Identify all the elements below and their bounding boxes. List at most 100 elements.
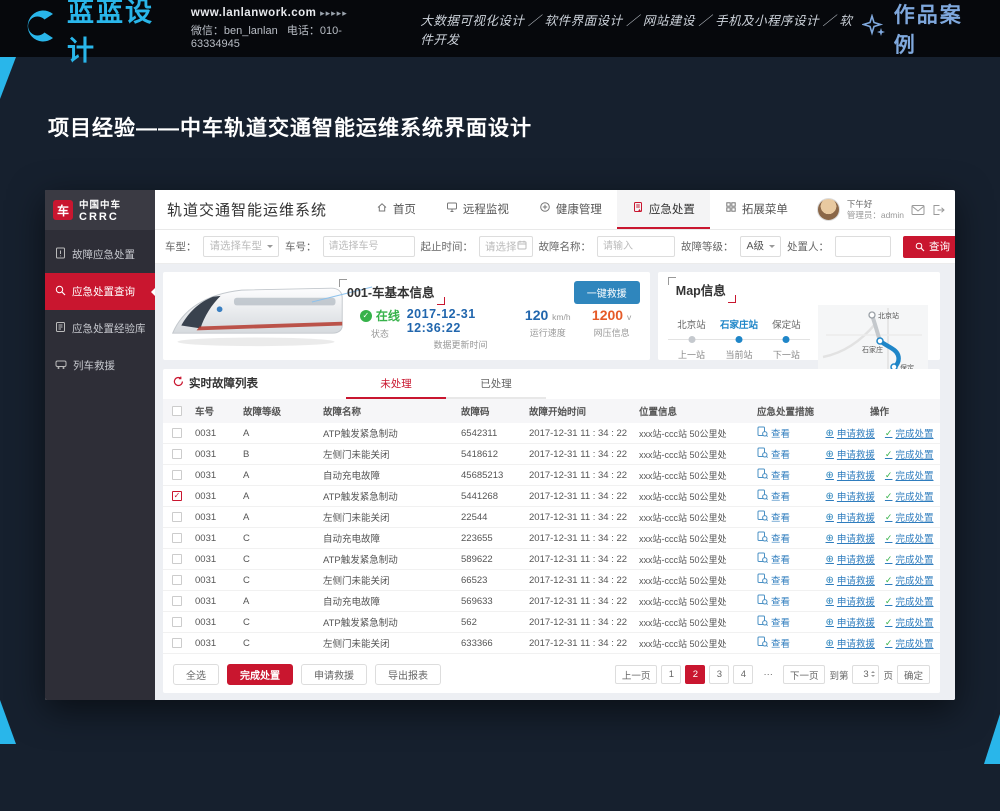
fault-level-select[interactable]: A级	[740, 236, 782, 257]
complete-handle-button[interactable]: 完成处置	[227, 664, 293, 685]
view-link[interactable]: 查看	[771, 447, 790, 461]
cell-location: xxx站-ccc站 50公里处	[635, 616, 753, 629]
sidebar-item-experience-lib[interactable]: 应急处置经验库	[45, 310, 155, 347]
request-rescue-link[interactable]: ⊕申请救援	[826, 531, 875, 545]
fault-name-input[interactable]	[597, 236, 675, 257]
car-type-select[interactable]: 请选择车型	[203, 236, 280, 257]
request-rescue-link[interactable]: ⊕申请救援	[826, 615, 875, 629]
page-3[interactable]: 3	[709, 665, 729, 684]
row-checkbox[interactable]	[172, 512, 182, 522]
request-rescue-link[interactable]: ⊕申请救援	[826, 552, 875, 566]
view-link[interactable]: 查看	[771, 552, 790, 566]
complete-handle-link[interactable]: ✓完成处置	[885, 531, 934, 545]
complete-handle-link[interactable]: ✓完成处置	[885, 573, 934, 587]
view-link[interactable]: 查看	[771, 510, 790, 524]
time-range-picker[interactable]: 请选择	[479, 236, 533, 257]
logout-icon[interactable]	[932, 204, 945, 216]
mini-map[interactable]: 北京站 石家庄 保定	[816, 305, 930, 373]
handler-input[interactable]	[835, 236, 891, 257]
view-link[interactable]: 查看	[771, 426, 790, 440]
view-link[interactable]: 查看	[771, 468, 790, 482]
plus-circle-icon: ⊕	[826, 428, 834, 439]
row-checkbox[interactable]	[172, 596, 182, 606]
request-rescue-link[interactable]: ⊕申请救援	[826, 573, 875, 587]
nav-tab-health[interactable]: 健康管理	[524, 190, 617, 229]
request-rescue-link[interactable]: ⊕申请救援	[826, 447, 875, 461]
complete-handle-link[interactable]: ✓完成处置	[885, 615, 934, 629]
row-checkbox[interactable]	[172, 554, 182, 564]
export-report-button[interactable]: 导出报表	[375, 664, 441, 685]
plus-circle-icon: ⊕	[826, 575, 834, 586]
complete-handle-link[interactable]: ✓完成处置	[885, 447, 934, 461]
one-key-rescue-button[interactable]: 一键救援	[574, 281, 640, 304]
logo-text: 蓝蓝设计	[67, 0, 173, 68]
request-rescue-button[interactable]: 申请救援	[301, 664, 367, 685]
select-all-button[interactable]: 全选	[173, 664, 219, 685]
lanlan-logo[interactable]: 蓝蓝设计	[22, 0, 173, 68]
plus-circle-icon: ⊕	[826, 449, 834, 460]
complete-handle-link[interactable]: ✓完成处置	[885, 489, 934, 503]
train-image	[165, 276, 347, 359]
sidebar-item-train-rescue[interactable]: 列车救援	[45, 347, 155, 384]
row-checkbox[interactable]	[172, 449, 182, 459]
row-checkbox[interactable]	[172, 533, 182, 543]
row-checkbox[interactable]	[172, 428, 182, 438]
row-checkbox[interactable]	[172, 491, 182, 501]
view-link[interactable]: 查看	[771, 531, 790, 545]
view-link[interactable]: 查看	[771, 615, 790, 629]
sidebar-item-fault-emergency[interactable]: 故障应急处置	[45, 236, 155, 273]
request-rescue-link[interactable]: ⊕申请救援	[826, 510, 875, 524]
complete-handle-link[interactable]: ✓完成处置	[885, 426, 934, 440]
portfolio-link[interactable]: 作品案例	[862, 0, 978, 59]
row-checkbox[interactable]	[172, 638, 182, 648]
cell-fault-level: A	[239, 596, 319, 607]
request-rescue-link[interactable]: ⊕申请救援	[826, 594, 875, 608]
request-rescue-link[interactable]: ⊕申请救援	[826, 426, 875, 440]
complete-handle-link[interactable]: ✓完成处置	[885, 594, 934, 608]
row-checkbox[interactable]	[172, 470, 182, 480]
complete-handle-link[interactable]: ✓完成处置	[885, 510, 934, 524]
cell-location: xxx站-ccc站 50公里处	[635, 448, 753, 461]
row-checkbox[interactable]	[172, 617, 182, 627]
row-checkbox[interactable]	[172, 575, 182, 585]
spinner-arrows-icon[interactable]	[871, 669, 875, 679]
cell-fault-level: A	[239, 470, 319, 481]
view-link[interactable]: 查看	[771, 573, 790, 587]
search-button-label: 查询	[929, 239, 950, 254]
avatar[interactable]	[817, 198, 840, 221]
complete-handle-link[interactable]: ✓完成处置	[885, 552, 934, 566]
page-1[interactable]: 1	[661, 665, 681, 684]
complete-handle-link[interactable]: ✓完成处置	[885, 468, 934, 482]
nav-tab-emergency[interactable]: 应急处置	[617, 190, 710, 229]
cell-fault-level: A	[239, 428, 319, 439]
view-doc-icon	[757, 510, 768, 524]
request-rescue-link[interactable]: ⊕申请救援	[826, 489, 875, 503]
sidebar-item-emergency-query[interactable]: 应急处置查询	[45, 273, 155, 310]
car-no-label: 车号：	[285, 239, 317, 254]
prev-page-button[interactable]: 上一页	[615, 665, 658, 684]
cell-start-time: 2017-12-31 11 : 34 : 22	[525, 617, 635, 628]
site-url[interactable]: www.lanlanwork.com	[191, 7, 317, 19]
nav-tab-remote-monitor[interactable]: 远程监视	[431, 190, 524, 229]
search-button[interactable]: 查询	[903, 236, 955, 258]
goto-page-input[interactable]: 3	[852, 665, 879, 684]
car-no-input[interactable]	[323, 236, 415, 257]
complete-handle-link[interactable]: ✓完成处置	[885, 636, 934, 650]
request-rescue-link[interactable]: ⊕申请救援	[826, 468, 875, 482]
view-link[interactable]: 查看	[771, 594, 790, 608]
select-all-checkbox[interactable]	[172, 406, 182, 416]
goto-confirm-button[interactable]: 确定	[897, 665, 930, 684]
page-4[interactable]: 4	[733, 665, 753, 684]
nav-tab-extended-menu[interactable]: 拓展菜单	[710, 190, 803, 229]
nav-tab-home[interactable]: 首页	[361, 190, 431, 229]
view-link[interactable]: 查看	[771, 489, 790, 503]
refresh-icon[interactable]	[173, 374, 184, 392]
next-page-button[interactable]: 下一页	[783, 665, 826, 684]
tab-done[interactable]: 已处理	[446, 376, 546, 399]
map-label-shijiazhuang: 石家庄	[862, 345, 883, 354]
tab-pending[interactable]: 未处理	[346, 376, 446, 399]
page-2-active[interactable]: 2	[685, 665, 705, 684]
view-link[interactable]: 查看	[771, 636, 790, 650]
request-rescue-link[interactable]: ⊕申请救援	[826, 636, 875, 650]
mail-icon[interactable]	[911, 204, 925, 216]
